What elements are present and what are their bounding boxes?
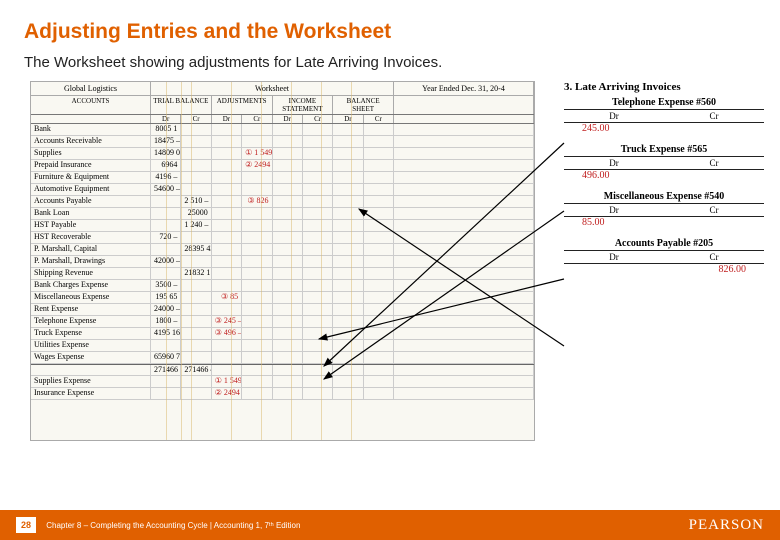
ws-row: HST Recoverable720 – bbox=[31, 232, 534, 244]
ws-cr: Cr bbox=[364, 115, 394, 123]
ws-company: Global Logistics bbox=[31, 82, 151, 95]
ws-row: Accounts Payable2 510 –③ 826 bbox=[31, 196, 534, 208]
ws-dr: Dr bbox=[273, 115, 303, 123]
slide: Adjusting Entries and the Worksheet The … bbox=[0, 0, 780, 540]
entry-dr-label: Dr bbox=[564, 204, 664, 217]
ws-row: Wages Expense65960 70 bbox=[31, 352, 534, 364]
ws-row: Supplies14809 0① 1 5490 bbox=[31, 148, 534, 160]
entry-dr-label: Dr bbox=[564, 157, 664, 170]
content-area: Global Logistics Worksheet Year Ended De… bbox=[24, 81, 764, 451]
ws-row: Insurance Expense② 2494 bbox=[31, 388, 534, 400]
entry-block: Miscellaneous Expense #540DrCr85.00 bbox=[564, 191, 764, 228]
entry-dr-value bbox=[564, 264, 664, 275]
footer-left: 28 Chapter 8 – Completing the Accounting… bbox=[16, 517, 300, 533]
worksheet-image: Global Logistics Worksheet Year Ended De… bbox=[30, 81, 535, 441]
entry-dr-value: 245.00 bbox=[564, 123, 664, 134]
footer-bar: 28 Chapter 8 – Completing the Accounting… bbox=[0, 510, 780, 540]
page-number: 28 bbox=[16, 517, 36, 533]
ws-cr: Cr bbox=[303, 115, 333, 123]
entry-account: Telephone Expense #560 bbox=[564, 97, 764, 110]
ws-row: P. Marshall, Capital28395 42 bbox=[31, 244, 534, 256]
entry-cr-label: Cr bbox=[664, 110, 764, 123]
ws-row: Furniture & Equipment4196 – bbox=[31, 172, 534, 184]
pearson-logo: PEARSON bbox=[689, 517, 764, 534]
ws-cr: Cr bbox=[242, 115, 272, 123]
entry-cr-label: Cr bbox=[664, 157, 764, 170]
entries-list: Telephone Expense #560DrCr245.00Truck Ex… bbox=[564, 97, 764, 275]
entry-cr-value: 826.00 bbox=[664, 264, 764, 275]
ws-cr: Cr bbox=[181, 115, 211, 123]
ws-row: P. Marshall, Drawings42000 – bbox=[31, 256, 534, 268]
entry-cr-value bbox=[664, 123, 764, 134]
ws-dr: Dr bbox=[212, 115, 242, 123]
entry-dr-value: 85.00 bbox=[564, 217, 664, 228]
entries-title: 3. Late Arriving Invoices bbox=[564, 81, 764, 93]
ws-row: Prepaid Insurance6964② 2494 bbox=[31, 160, 534, 172]
ws-row: Bank Charges Expense3500 – bbox=[31, 280, 534, 292]
slide-title: Adjusting Entries and the Worksheet bbox=[0, 0, 780, 54]
ws-rows: Bank8005 1Accounts Receivable18475 –Supp… bbox=[31, 124, 534, 400]
journal-entries: 3. Late Arriving Invoices Telephone Expe… bbox=[564, 81, 764, 285]
ws-row: Bank Loan25000 bbox=[31, 208, 534, 220]
ws-row: Miscellaneous Expense195 65③ 85 bbox=[31, 292, 534, 304]
ws-row: 271466 42271466 42 bbox=[31, 364, 534, 376]
ws-row: Accounts Receivable18475 – bbox=[31, 136, 534, 148]
ws-row: Automotive Equipment54600 – bbox=[31, 184, 534, 196]
ws-income-head: INCOME STATEMENT bbox=[273, 96, 334, 114]
entry-dr-label: Dr bbox=[564, 110, 664, 123]
ws-row: HST Payable1 240 – bbox=[31, 220, 534, 232]
ws-row: Bank8005 1 bbox=[31, 124, 534, 136]
entry-block: Accounts Payable #205DrCr826.00 bbox=[564, 238, 764, 275]
entry-block: Truck Expense #565DrCr496.00 bbox=[564, 144, 764, 181]
ws-row: Shipping Revenue21832 1 bbox=[31, 268, 534, 280]
ws-accounts-head: ACCOUNTS bbox=[31, 96, 151, 114]
ws-row: Supplies Expense① 1 5490 bbox=[31, 376, 534, 388]
entry-block: Telephone Expense #560DrCr245.00 bbox=[564, 97, 764, 134]
ws-trial-head: TRIAL BALANCE bbox=[151, 96, 212, 114]
ws-period: Year Ended Dec. 31, 20-4 bbox=[394, 82, 534, 95]
ws-row: Truck Expense4195 16③ 496 – bbox=[31, 328, 534, 340]
entry-dr-value: 496.00 bbox=[564, 170, 664, 181]
entry-account: Accounts Payable #205 bbox=[564, 238, 764, 251]
ws-row: Utilities Expense bbox=[31, 340, 534, 352]
entry-dr-label: Dr bbox=[564, 251, 664, 264]
ws-dr: Dr bbox=[333, 115, 363, 123]
slide-subtitle: The Worksheet showing adjustments for La… bbox=[0, 54, 780, 81]
ws-adjust-head: ADJUSTMENTS bbox=[212, 96, 273, 114]
entry-account: Miscellaneous Expense #540 bbox=[564, 191, 764, 204]
entry-cr-label: Cr bbox=[664, 251, 764, 264]
ws-row: Telephone Expense1800 –③ 245 – bbox=[31, 316, 534, 328]
ws-label: Worksheet bbox=[151, 82, 394, 95]
ws-row: Rent Expense24000 – bbox=[31, 304, 534, 316]
entry-cr-value bbox=[664, 217, 764, 228]
entry-cr-label: Cr bbox=[664, 204, 764, 217]
entry-cr-value bbox=[664, 170, 764, 181]
ws-dr: Dr bbox=[151, 115, 181, 123]
footer-text: Chapter 8 – Completing the Accounting Cy… bbox=[46, 521, 300, 530]
entry-account: Truck Expense #565 bbox=[564, 144, 764, 157]
ws-balance-head: BALANCE SHEET bbox=[333, 96, 394, 114]
